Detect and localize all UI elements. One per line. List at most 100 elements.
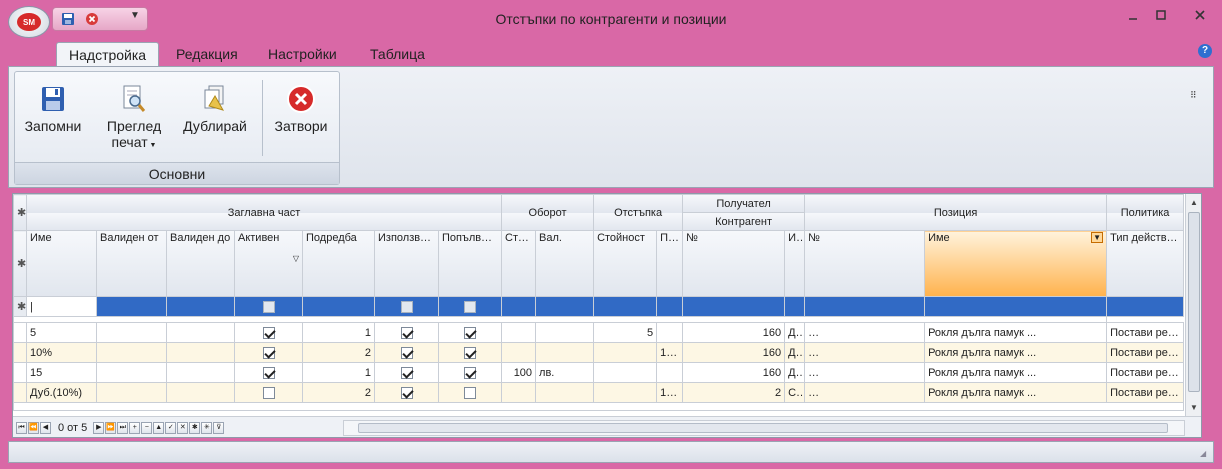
band-main[interactable]: Заглавна част (25, 194, 503, 231)
col-contractor-no[interactable]: № (682, 230, 786, 297)
cell-valid-to[interactable] (166, 322, 235, 343)
filter-icon[interactable]: ▽ (238, 254, 299, 263)
cell-discount-value[interactable] (593, 382, 658, 403)
delete-record-icon[interactable]: − (141, 421, 153, 434)
cell-order[interactable]: 2 (302, 382, 375, 403)
save-button[interactable]: Запомни (21, 80, 85, 134)
cell-position-no[interactable]: … (804, 342, 926, 363)
filter-fill-checkbox[interactable] (437, 296, 503, 317)
edit-record-icon[interactable]: ▲ (153, 421, 165, 434)
filter-cell[interactable] (804, 296, 926, 317)
col-valid-to[interactable]: Валиден до (166, 230, 235, 297)
checkbox[interactable] (400, 326, 413, 339)
cell-discount-value[interactable] (593, 342, 658, 363)
filter-cell[interactable] (924, 296, 1108, 317)
cell-position-name[interactable]: Рокля дълга памук ... (924, 382, 1108, 403)
band-position[interactable]: Позиция (804, 194, 1108, 231)
cell-active[interactable] (234, 382, 303, 403)
band-policy[interactable]: Политика (1106, 194, 1184, 231)
cell-action[interactable]: Постави резултата без проверка (1106, 322, 1184, 343)
col-position-no[interactable]: № (804, 230, 926, 297)
help-icon[interactable]: ? (1198, 44, 1212, 58)
cell-value[interactable] (501, 342, 537, 363)
filter-cell[interactable] (535, 296, 595, 317)
cell-contractor-no[interactable]: 160 (682, 322, 786, 343)
cell-contractor-name[interactable]: СЕЛМАТИК - ЕООД (784, 382, 806, 403)
cell-valid-from[interactable] (96, 322, 167, 343)
row-indicator[interactable] (13, 342, 27, 363)
window-close-button[interactable] (1182, 6, 1218, 24)
cell-value[interactable] (501, 322, 537, 343)
cell-use-id[interactable] (374, 342, 439, 363)
add-record-icon[interactable]: + (129, 421, 141, 434)
filter-use-id-checkbox[interactable] (374, 296, 439, 317)
filter-name-input[interactable]: | (26, 296, 97, 317)
scroll-thumb[interactable] (1188, 212, 1200, 392)
cell-contractor-name[interactable]: Деница Танева ... (784, 362, 806, 383)
save-record-icon[interactable]: ✓ (165, 421, 177, 434)
cell-contractor-no[interactable]: 2 (682, 382, 786, 403)
col-position-name[interactable]: Име ▼ (924, 230, 1108, 297)
vertical-scrollbar[interactable]: ▲ ▼ (1185, 194, 1201, 416)
next-record-icon[interactable]: ▶ (93, 421, 105, 434)
col-order[interactable]: Подредба (302, 230, 375, 297)
filter-cell[interactable] (656, 296, 684, 317)
cell-contractor-name[interactable]: Деница Танева ... (784, 322, 806, 343)
col-use-id[interactable]: Използвай идентификатора (374, 230, 439, 297)
next-page-icon[interactable]: ⏩ (105, 421, 117, 434)
cell-position-name[interactable]: Рокля дълга памук ... (924, 362, 1108, 383)
checkbox[interactable] (262, 300, 275, 313)
cell-valid-to[interactable] (166, 382, 235, 403)
col-contractor-name[interactable]: Име (784, 230, 806, 297)
cell-currency[interactable] (535, 322, 595, 343)
table-row-partial[interactable] (13, 402, 1184, 411)
col-valid-from[interactable]: Валиден от (96, 230, 167, 297)
cancel-edit-icon[interactable]: ✕ (177, 421, 189, 434)
cell-currency[interactable]: лв. (535, 362, 595, 383)
filter-cell[interactable] (682, 296, 786, 317)
cell-active[interactable] (234, 362, 303, 383)
cell-name[interactable]: 5 (26, 322, 97, 343)
minimize-button[interactable] (1120, 6, 1146, 24)
cell-name[interactable]: 15 (26, 362, 97, 383)
hscroll-thumb[interactable] (358, 423, 1168, 433)
resize-grip-icon[interactable]: ◢ (1200, 449, 1210, 459)
cell-name[interactable]: Дуб.(10%) (26, 382, 97, 403)
cell-contractor-no[interactable]: 160 (682, 362, 786, 383)
filter-cell[interactable] (96, 296, 167, 317)
row-indicator[interactable] (13, 322, 27, 343)
cell-valid-from[interactable] (96, 362, 167, 383)
print-preview-button[interactable]: Преглед печат ▼ (99, 80, 169, 150)
cell-position-name[interactable]: Рокля дълга памук ... (924, 342, 1108, 363)
cell-currency[interactable] (535, 342, 595, 363)
cell-percent[interactable] (656, 322, 684, 343)
checkbox[interactable] (262, 366, 275, 379)
band-discount[interactable]: Отстъпка (593, 194, 684, 231)
cell-valid-to[interactable] (166, 342, 235, 363)
asterisk-icon[interactable]: ✱ (189, 421, 201, 434)
col-percent[interactable]: Процент (656, 230, 684, 297)
cell-name[interactable]: 10% (26, 342, 97, 363)
maximize-button[interactable] (1148, 6, 1174, 24)
cell-value[interactable]: 100 (501, 362, 537, 383)
checkbox[interactable] (464, 300, 477, 313)
cell-active[interactable] (234, 322, 303, 343)
duplicate-button[interactable]: Дублирай (177, 80, 253, 134)
checkbox[interactable] (400, 346, 413, 359)
checkbox[interactable] (464, 346, 477, 359)
cell-value[interactable] (501, 382, 537, 403)
filter-active-checkbox[interactable] (234, 296, 303, 317)
tab-redaktsiya[interactable]: Редакция (164, 42, 250, 66)
checkbox[interactable] (400, 386, 413, 399)
table-row[interactable]: 10%210%160Деница Танева ...…Рокля дълга … (13, 342, 1184, 363)
checkbox[interactable] (464, 366, 477, 379)
checkbox[interactable] (262, 346, 275, 359)
cell-discount-value[interactable] (593, 362, 658, 383)
table-row[interactable]: 15 1 100лв. 160Деница Танева ...…Рокля дълг… (13, 362, 1184, 383)
prev-record-icon[interactable]: ◀ (40, 421, 51, 434)
cell-action[interactable]: Постави резултата, ако е по-ма... (1106, 362, 1184, 383)
cell-active[interactable] (234, 342, 303, 363)
table-row[interactable]: Дуб.(10%)210%2СЕЛМАТИК - ЕООД…Рокля дълг… (13, 382, 1184, 403)
cell-valid-from[interactable] (96, 342, 167, 363)
cell-action[interactable]: Постави резултата без проверка (1106, 382, 1184, 403)
